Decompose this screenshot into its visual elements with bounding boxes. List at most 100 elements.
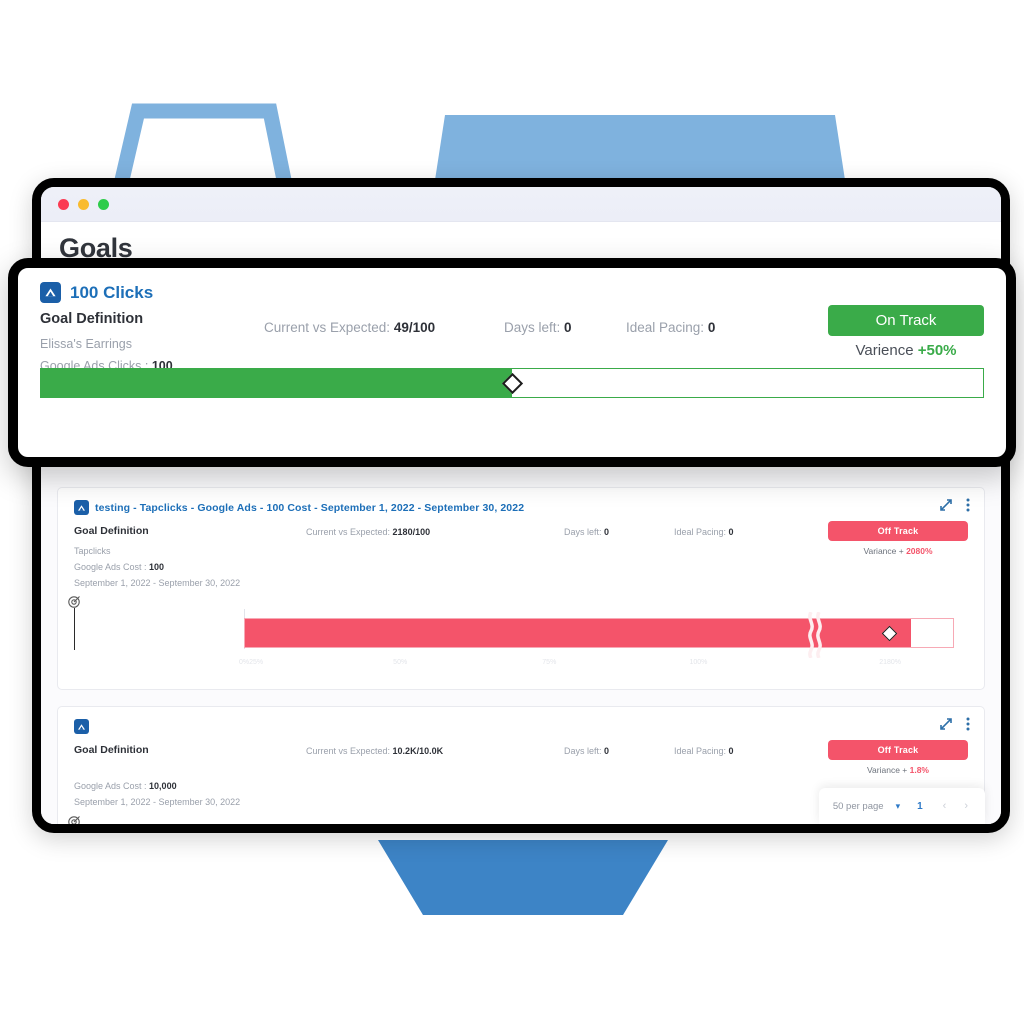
close-window-button[interactable] [58,198,69,210]
featured-ideal-pacing-label: Ideal Pacing: [626,320,708,335]
per-page-label[interactable]: 50 per page [833,801,884,812]
variance-text: Variance + 2080% [828,546,968,556]
days-left: Days left: 0 [564,527,609,537]
next-page-icon[interactable]: › [961,800,971,812]
goal-metric-value: 100 [149,561,165,572]
featured-current-vs-expected: Current vs Expected: 49/100 [264,320,435,335]
chart-tick: 50% [393,659,408,667]
ideal-pacing: Ideal Pacing: 0 [674,746,734,756]
goal-metrics-row: Goal Definition Tapclicks Google Ads Cos… [74,521,968,591]
progress-track [244,612,954,659]
variance-value: 1.8% [909,765,929,776]
card-actions [940,717,970,731]
status-area: Off Track Variance + 2080% [828,521,968,556]
variance-text: Variance + 1.8% [828,765,968,775]
featured-variance-value: +50% [917,342,957,359]
current-vs-expected-value: 10.2K/10.0K [392,746,444,757]
status-area: Off Track Variance + 1.8% [828,740,968,775]
days-left-value: 0 [604,527,610,537]
minimize-window-button[interactable] [78,198,89,210]
variance-label: Variance + [867,765,910,776]
card-header [74,719,968,735]
goal-card-title: testing - Tapclicks - Google Ads - 100 C… [95,501,525,514]
goal-progress-chart: 0%25% 50% 75% 100% 2180% [68,596,968,675]
featured-ideal-pacing-value: 0 [707,320,716,335]
expand-icon[interactable] [940,499,952,511]
ideal-pacing-value: 0 [728,527,734,537]
target-icon [68,596,80,608]
ideal-pacing-pin [68,596,80,651]
kebab-menu-icon[interactable] [966,498,970,512]
goal-definition: Goal Definition Tapclicks Google Ads Cos… [74,525,304,591]
goal-metric-label: Google Ads Cost : [74,781,150,791]
featured-variance-label: Varience [855,342,918,359]
featured-progress-track [40,368,984,398]
featured-days-left: Days left: 0 [504,320,572,335]
goal-date-range: September 1, 2022 - September 30, 2022 [74,577,241,588]
window-titlebar [41,187,1001,222]
kebab-menu-icon[interactable] [966,717,970,731]
pagination[interactable]: 50 per page ▾ 1 ‹ › [818,788,985,824]
current-vs-expected-value: 2180/100 [392,527,431,537]
goal-card[interactable]: testing - Tapclicks - Google Ads - 100 C… [57,487,985,691]
tapclicks-logo-icon [74,719,89,735]
featured-status-area: On Track Varience +50% [828,305,984,359]
expand-icon[interactable] [940,718,952,731]
variance-label: Variance + [863,546,907,556]
featured-days-left-label: Days left: [504,320,565,335]
chevron-down-icon[interactable]: ▾ [896,801,901,812]
goal-metric-line: Google Ads Cost : 10,000 [74,779,304,795]
tapclicks-logo-icon [74,500,89,515]
featured-ideal-pacing: Ideal Pacing: 0 [626,320,715,335]
chart-ticks: 0%25% 50% 75% 100% 2180% [239,659,954,675]
goal-definition-label: Goal Definition [74,744,149,757]
card-header: testing - Tapclicks - Google Ads - 100 C… [74,500,968,515]
featured-goal-title: 100 Clicks [70,282,154,302]
target-icon [68,815,80,824]
ideal-pacing-value: 0 [728,746,734,757]
featured-days-left-value: 0 [564,320,572,335]
goal-definition-label: Goal Definition [74,525,149,537]
prev-page-icon[interactable]: ‹ [940,800,950,812]
chart-tick: 100% [689,659,708,667]
chart-tick: 2180% [879,659,901,667]
featured-metrics-row: Goal Definition Elissa's Earrings Google… [40,305,984,398]
featured-card-header: 100 Clicks [40,282,984,303]
chart-tick: 0%25% [239,659,264,667]
goal-account: Tapclicks [74,546,111,556]
status-badge: Off Track [828,740,968,761]
current-vs-expected: Current vs Expected: 2180/100 [306,527,430,537]
featured-cve-value: 49/100 [393,320,436,335]
ideal-pacing-label: Ideal Pacing: [674,746,729,757]
goal-metric-line: Google Ads Cost : 100 [74,560,304,576]
featured-cve-label: Current vs Expected: [264,320,394,335]
tapclicks-logo-icon [40,282,61,303]
featured-goal-card[interactable]: 100 Clicks Goal Definition Elissa's Earr… [8,258,1016,467]
days-left-label: Days left: [564,527,605,537]
chart-tick: 75% [542,659,557,667]
goal-definition: Goal Definition Google Ads Cost : 10,000… [74,744,304,810]
status-badge: Off Track [828,521,968,541]
current-vs-expected: Current vs Expected: 10.2K/10.0K [306,746,443,756]
screenshot-stage: Goals testing - Tapclicks - Google Ads -… [0,0,1024,1024]
goal-date-range: September 1, 2022 - September 30, 2022 [74,796,241,807]
featured-variance-text: Varience +50% [828,342,984,359]
days-left: Days left: 0 [564,746,609,756]
card-actions [940,498,970,512]
maximize-window-button[interactable] [98,198,109,210]
page-number[interactable]: 1 [912,801,928,812]
axis-break-squiggle [808,612,823,659]
ideal-pacing: Ideal Pacing: 0 [674,527,734,537]
variance-value: 2080% [906,546,933,556]
featured-progress-fill [41,369,512,397]
days-left-label: Days left: [564,746,605,757]
current-vs-expected-label: Current vs Expected: [306,746,393,757]
goal-account [74,763,304,779]
current-vs-expected-label: Current vs Expected: [306,527,393,537]
decorative-trapezoid-solid-bottom [378,840,668,915]
days-left-value: 0 [604,746,610,757]
goal-metric-label: Google Ads Cost : [74,561,150,572]
goal-metric-value: 10,000 [149,781,177,791]
featured-status-badge: On Track [828,305,984,336]
ideal-pacing-label: Ideal Pacing: [674,527,729,537]
